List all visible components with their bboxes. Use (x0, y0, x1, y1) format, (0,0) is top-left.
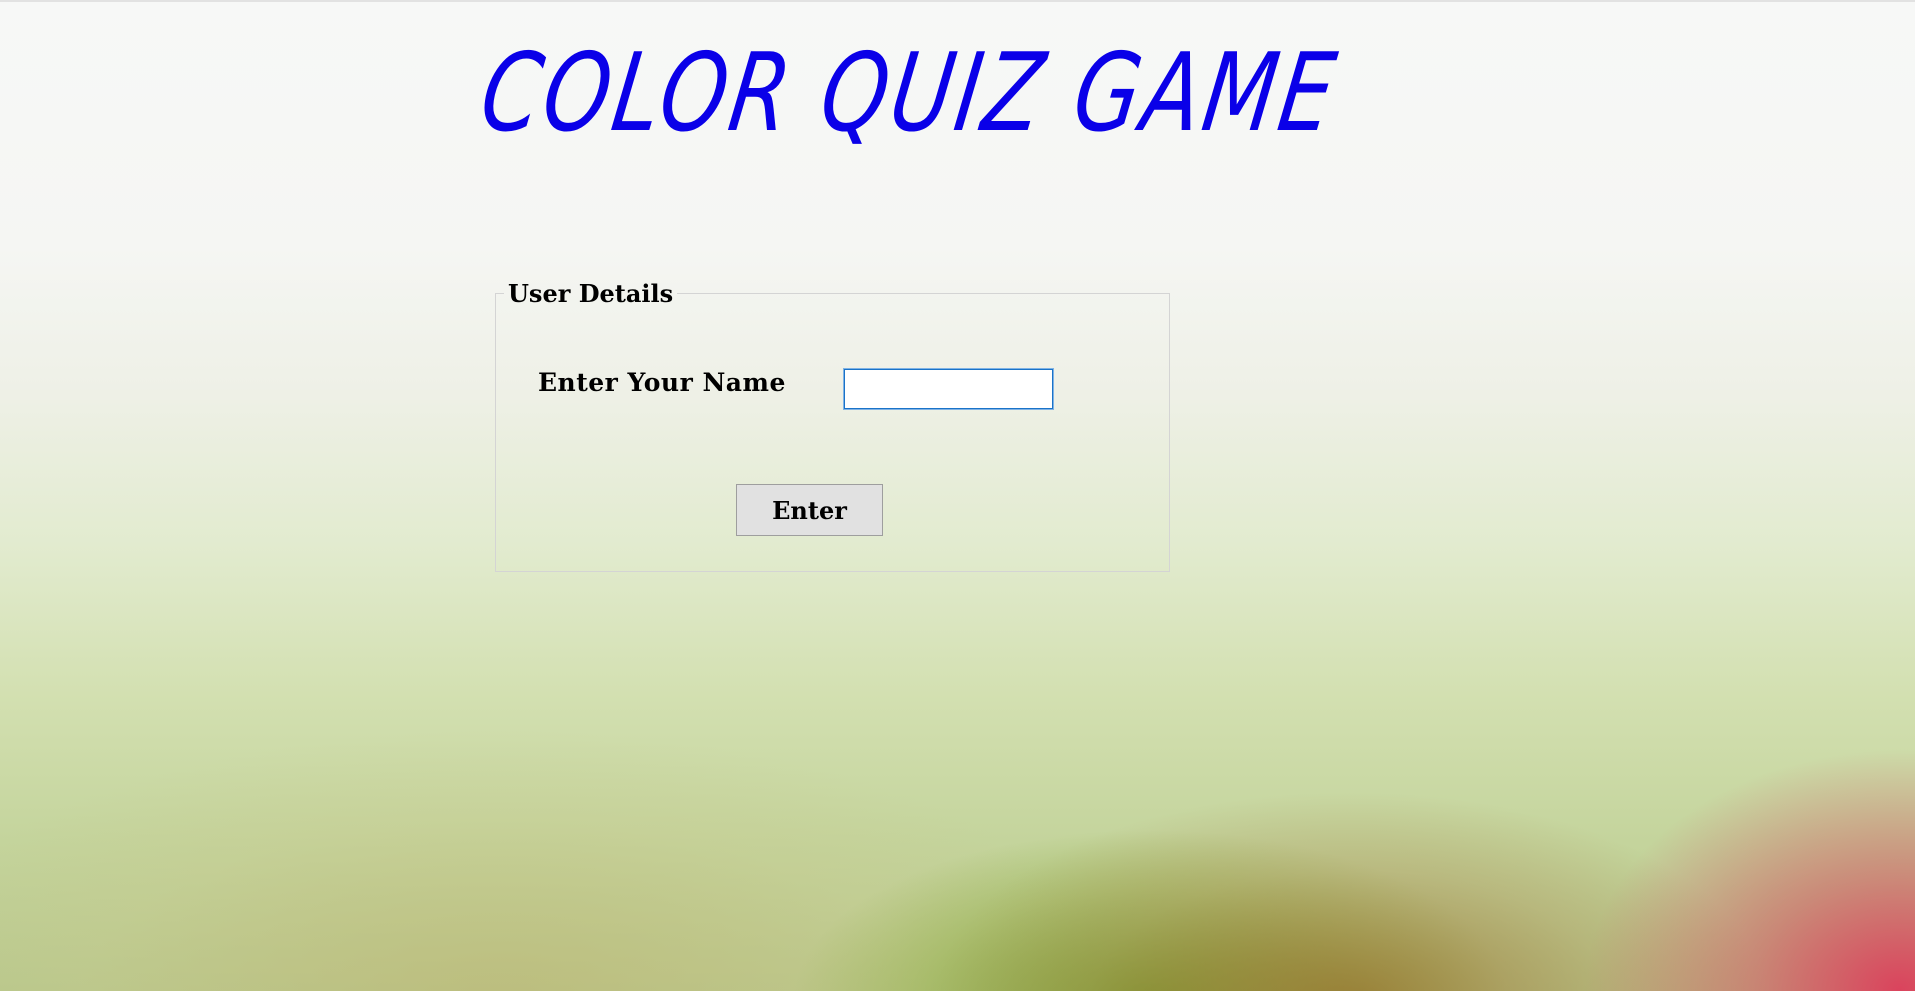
user-details-legend: User Details (508, 279, 674, 308)
name-label: Enter Your Name (538, 368, 786, 397)
page-title: COLOR QUIZ GAME (473, 31, 1346, 156)
name-input[interactable] (843, 368, 1054, 410)
enter-button[interactable]: Enter (736, 484, 883, 536)
